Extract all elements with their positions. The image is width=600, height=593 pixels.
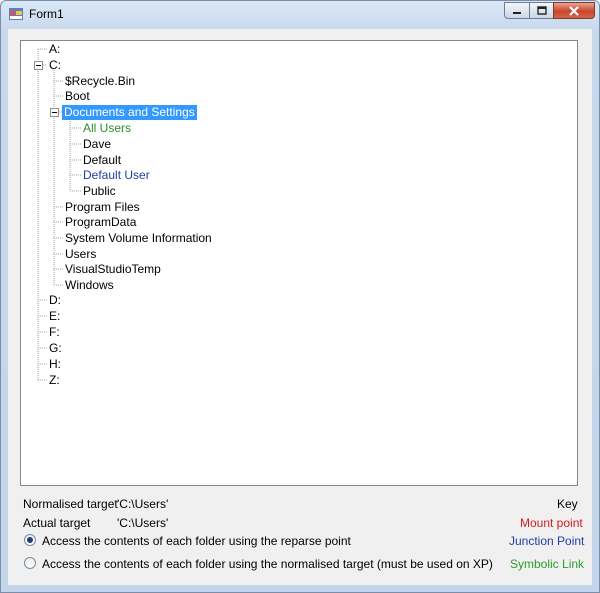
key-junction-point: Junction Point xyxy=(509,534,585,548)
collapse-icon[interactable] xyxy=(50,108,59,117)
title-bar[interactable]: Form1 xyxy=(1,1,599,27)
tree-node-all-users[interactable]: All Users xyxy=(81,121,133,136)
tree-node-recycle-bin[interactable]: $Recycle.Bin xyxy=(63,74,137,89)
maximize-icon xyxy=(536,6,547,15)
tree-node-default[interactable]: Default xyxy=(81,153,123,168)
maximize-button[interactable] xyxy=(529,2,554,19)
reparse-point-option-label[interactable]: Access the contents of each folder using… xyxy=(42,534,351,548)
minimize-button[interactable] xyxy=(504,2,530,19)
key-title: Key xyxy=(557,497,578,511)
actual-target-label: Actual target xyxy=(23,516,91,530)
key-symbolic-link: Symbolic Link xyxy=(510,557,585,571)
key-mount-point: Mount point xyxy=(520,516,583,530)
tree-node-system-volume-information[interactable]: System Volume Information xyxy=(63,231,214,246)
tree-node-boot[interactable]: Boot xyxy=(63,89,92,104)
actual-target-value: 'C:\Users' xyxy=(117,516,169,530)
tree-node-program-files[interactable]: Program Files xyxy=(63,200,142,215)
tree-node-users[interactable]: Users xyxy=(63,247,98,262)
tree-node-drive-c[interactable]: C: xyxy=(47,58,63,73)
form-client-area: A: C: $Recycle.Bin Boot Documents and Se… xyxy=(8,29,592,585)
tree-node-drive-e[interactable]: E: xyxy=(47,309,62,324)
folder-tree-view[interactable]: A: C: $Recycle.Bin Boot Documents and Se… xyxy=(20,40,578,486)
tree-node-drive-f[interactable]: F: xyxy=(47,325,62,340)
tree-node-drive-d[interactable]: D: xyxy=(47,293,63,308)
tree-node-programdata[interactable]: ProgramData xyxy=(63,215,138,230)
normalised-target-label: Normalised target xyxy=(23,497,118,511)
reparse-point-radio[interactable] xyxy=(24,534,36,546)
tree-node-public[interactable]: Public xyxy=(81,184,118,199)
normalised-target-radio[interactable] xyxy=(24,557,36,569)
window-title: Form1 xyxy=(29,7,64,21)
tree-node-windows[interactable]: Windows xyxy=(63,278,116,293)
tree-node-drive-g[interactable]: G: xyxy=(47,341,64,356)
app-icon xyxy=(9,8,23,20)
tree-node-drive-h[interactable]: H: xyxy=(47,357,63,372)
close-button[interactable] xyxy=(553,2,595,19)
normalised-target-option-label[interactable]: Access the contents of each folder using… xyxy=(42,557,493,571)
collapse-icon[interactable] xyxy=(34,61,43,70)
tree-node-drive-a[interactable]: A: xyxy=(47,42,62,57)
tree-node-dave[interactable]: Dave xyxy=(81,137,113,152)
minimize-icon xyxy=(513,11,521,14)
main-window: Form1 A: C: $Recycle.Bin Boot Documents … xyxy=(0,0,600,593)
close-icon xyxy=(569,5,579,16)
tree-node-documents-and-settings[interactable]: Documents and Settings xyxy=(62,105,197,120)
tree-node-default-user[interactable]: Default User xyxy=(81,168,152,183)
normalised-target-value: 'C:\Users' xyxy=(117,497,169,511)
tree-node-drive-z[interactable]: Z: xyxy=(47,373,62,388)
tree-node-visualstudiotemp[interactable]: VisualStudioTemp xyxy=(63,262,163,277)
